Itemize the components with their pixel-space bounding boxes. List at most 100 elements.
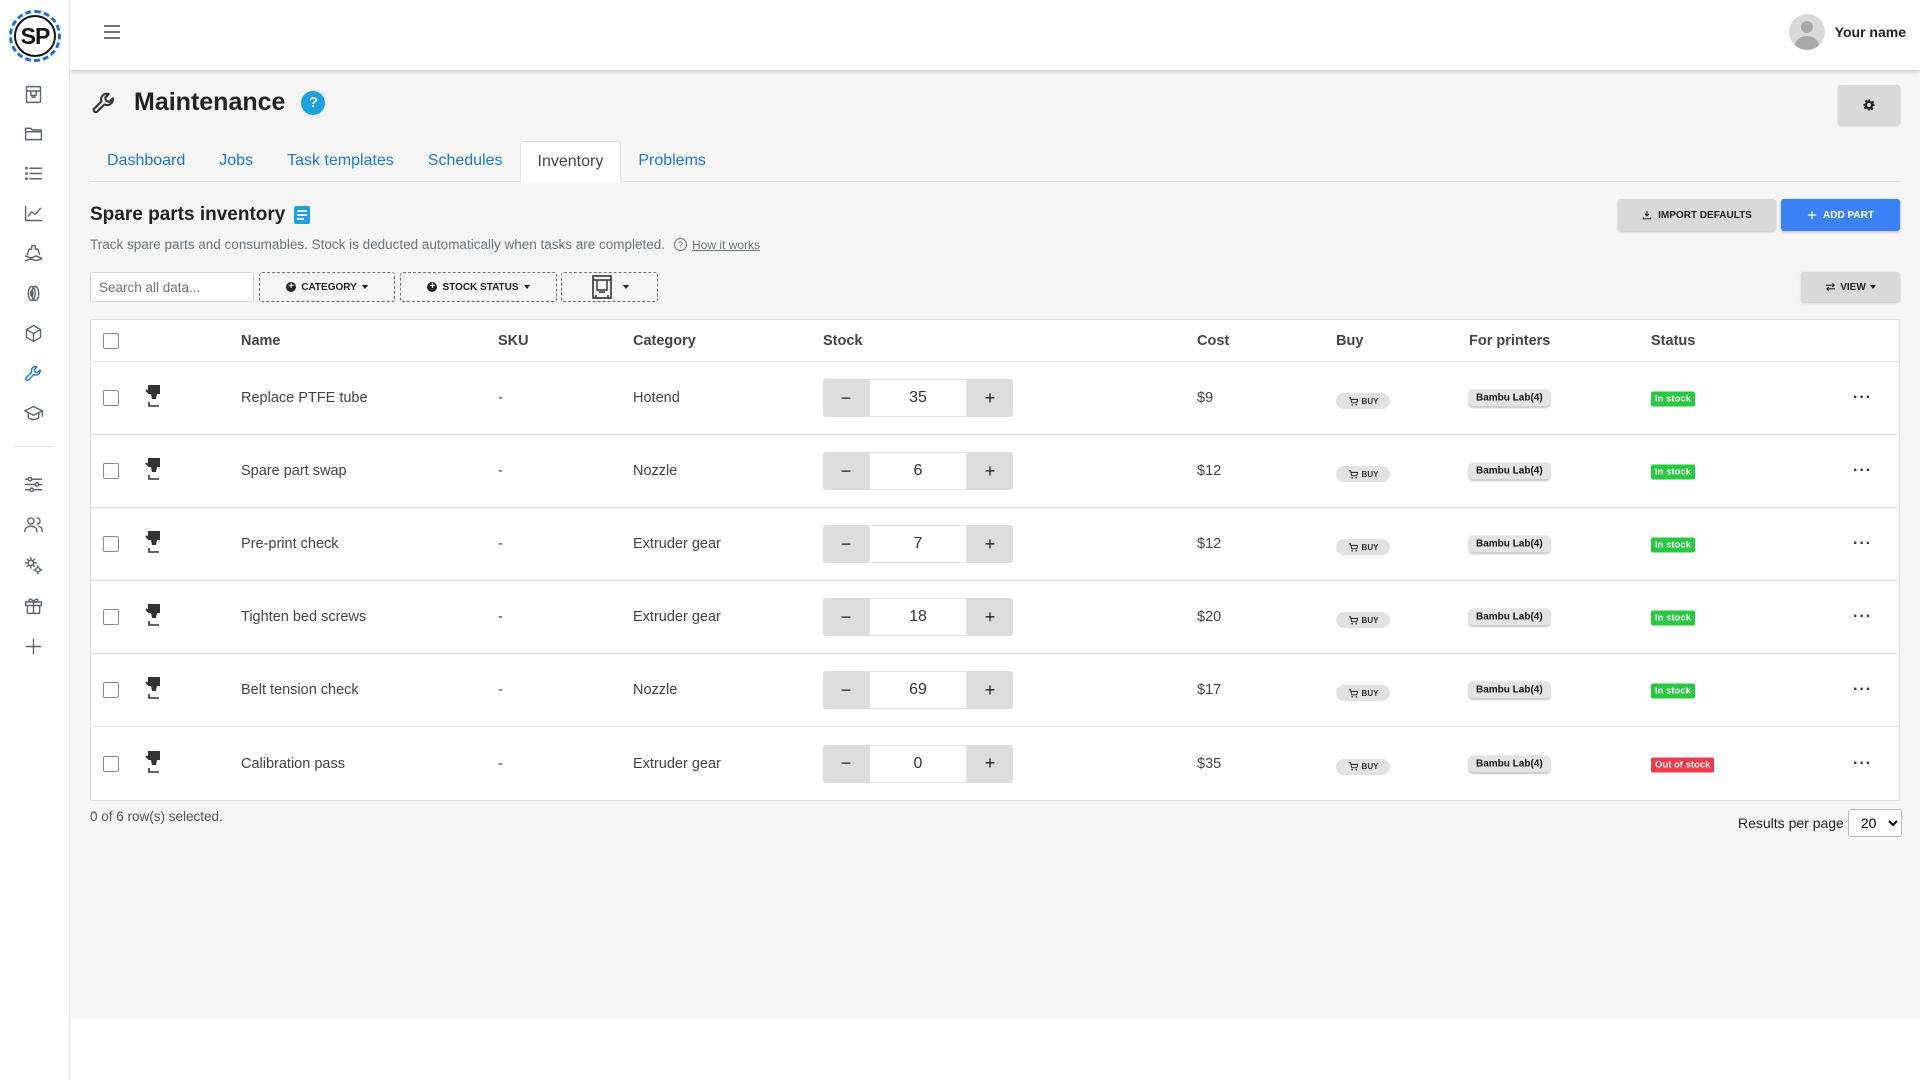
more-options-icon[interactable]: ··· [1853,755,1872,772]
menu-toggle-icon[interactable] [100,21,126,47]
category-filter[interactable]: + CATEGORY [259,272,395,302]
column-header-name[interactable]: Name [241,333,281,349]
tab-jobs[interactable]: Jobs [202,141,270,182]
tab-task-templates[interactable]: Task templates [270,141,411,182]
buy-button[interactable]: BUY [1336,466,1390,482]
column-header-buy[interactable]: Buy [1336,333,1363,349]
printers-chip[interactable]: Bambu Lab(4) [1469,681,1550,699]
user-menu[interactable]: Your name [1788,14,1906,50]
how-it-works-link[interactable]: How it works [692,238,760,252]
printer-icon[interactable] [17,78,49,110]
more-options-icon[interactable]: ··· [1853,535,1872,552]
buy-button[interactable]: BUY [1336,612,1390,628]
part-category: Extruder gear [633,609,721,625]
gears-icon[interactable] [17,549,49,581]
book-icon[interactable] [293,205,311,225]
row-checkbox[interactable] [103,609,119,625]
decrement-button[interactable]: − [823,598,869,636]
printer-icon [591,275,612,299]
more-options-icon[interactable]: ··· [1853,681,1872,698]
select-all-checkbox[interactable] [103,332,119,349]
column-header-category[interactable]: Category [633,333,696,349]
part-sku: - [498,390,503,406]
increment-button[interactable]: + [967,379,1013,417]
sliders-icon[interactable] [17,468,49,500]
decrement-button[interactable]: − [823,379,869,417]
users-icon[interactable] [17,508,49,540]
increment-button[interactable]: + [967,525,1013,563]
printers-chip[interactable]: Bambu Lab(4) [1469,608,1550,626]
increment-button[interactable]: + [967,671,1013,709]
help-icon[interactable]: ? [301,90,326,115]
buy-button[interactable]: BUY [1336,758,1390,775]
plus-icon[interactable] [17,630,49,662]
stock-input[interactable] [869,744,967,783]
column-header-sku[interactable]: SKU [498,333,529,349]
row-checkbox[interactable] [103,755,119,772]
decrement-button[interactable]: − [823,745,869,783]
increment-button[interactable]: + [967,598,1013,636]
tab-inventory[interactable]: Inventory [519,141,622,183]
buy-button[interactable]: BUY [1336,539,1390,555]
part-name: Calibration pass [241,755,345,772]
decrement-button[interactable]: − [823,452,869,490]
decrement-button[interactable]: − [823,525,869,563]
filament-icon[interactable] [17,277,49,309]
add-part-button[interactable]: ADD PART [1781,199,1900,231]
more-options-icon[interactable]: ··· [1853,608,1872,625]
decrement-button[interactable]: − [823,671,869,709]
stock-status-filter[interactable]: + STOCK STATUS [400,272,557,302]
table-row: Tighten bed screws - Extruder gear − + $… [91,581,1899,654]
printers-chip[interactable]: Bambu Lab(4) [1469,535,1550,553]
column-header-status[interactable]: Status [1651,333,1695,349]
top-bar: Your name [70,0,1920,70]
plus-circle-icon: + [427,282,438,292]
view-button[interactable]: VIEW [1801,272,1900,302]
caret-down-icon [523,285,530,289]
row-checkbox[interactable] [103,390,119,406]
chart-icon[interactable] [17,197,49,229]
row-checkbox[interactable] [103,463,119,479]
more-options-icon[interactable]: ··· [1853,389,1872,406]
stock-input[interactable] [869,525,967,563]
tab-schedules[interactable]: Schedules [411,141,520,182]
search-input[interactable] [90,272,254,302]
part-sku: - [498,536,503,552]
buy-button[interactable]: BUY [1336,685,1390,701]
caret-down-icon [622,285,629,289]
stock-input[interactable] [869,598,967,636]
increment-button[interactable]: + [967,745,1013,783]
printers-chip[interactable]: Bambu Lab(4) [1469,389,1550,407]
row-checkbox[interactable] [103,536,119,552]
column-header-for-printers[interactable]: For printers [1469,333,1550,349]
results-per-page-select[interactable]: 20 [1847,809,1902,837]
part-sku: - [498,682,503,698]
printer-filter[interactable] [561,272,658,302]
buy-button[interactable]: BUY [1336,393,1390,409]
stock-input[interactable] [869,379,967,417]
column-header-stock[interactable]: Stock [823,333,863,349]
graduation-icon[interactable] [17,397,49,429]
more-options-icon[interactable]: ··· [1853,462,1872,479]
settings-button[interactable] [1838,85,1900,125]
box-icon[interactable] [17,317,49,349]
stock-input[interactable] [869,452,967,490]
buy-label: BUY [1361,762,1379,771]
tab-problems[interactable]: Problems [621,141,723,182]
page-title: Maintenance [134,88,286,116]
app-logo[interactable]: SP [9,10,61,62]
printers-chip[interactable]: Bambu Lab(4) [1469,462,1550,480]
folder-icon[interactable] [17,117,49,149]
list-icon[interactable] [17,157,49,189]
column-header-cost[interactable]: Cost [1197,333,1229,349]
row-checkbox[interactable] [103,682,119,698]
printers-chip[interactable]: Bambu Lab(4) [1469,755,1550,772]
ship-icon[interactable] [17,237,49,269]
increment-button[interactable]: + [967,452,1013,490]
tab-dashboard[interactable]: Dashboard [90,141,202,182]
import-defaults-button[interactable]: IMPORT DEFAULTS [1618,199,1776,231]
gift-icon[interactable] [17,589,49,621]
status-badge: In stock [1651,391,1695,407]
stock-input[interactable] [869,671,967,709]
wrench-icon[interactable] [17,357,49,389]
